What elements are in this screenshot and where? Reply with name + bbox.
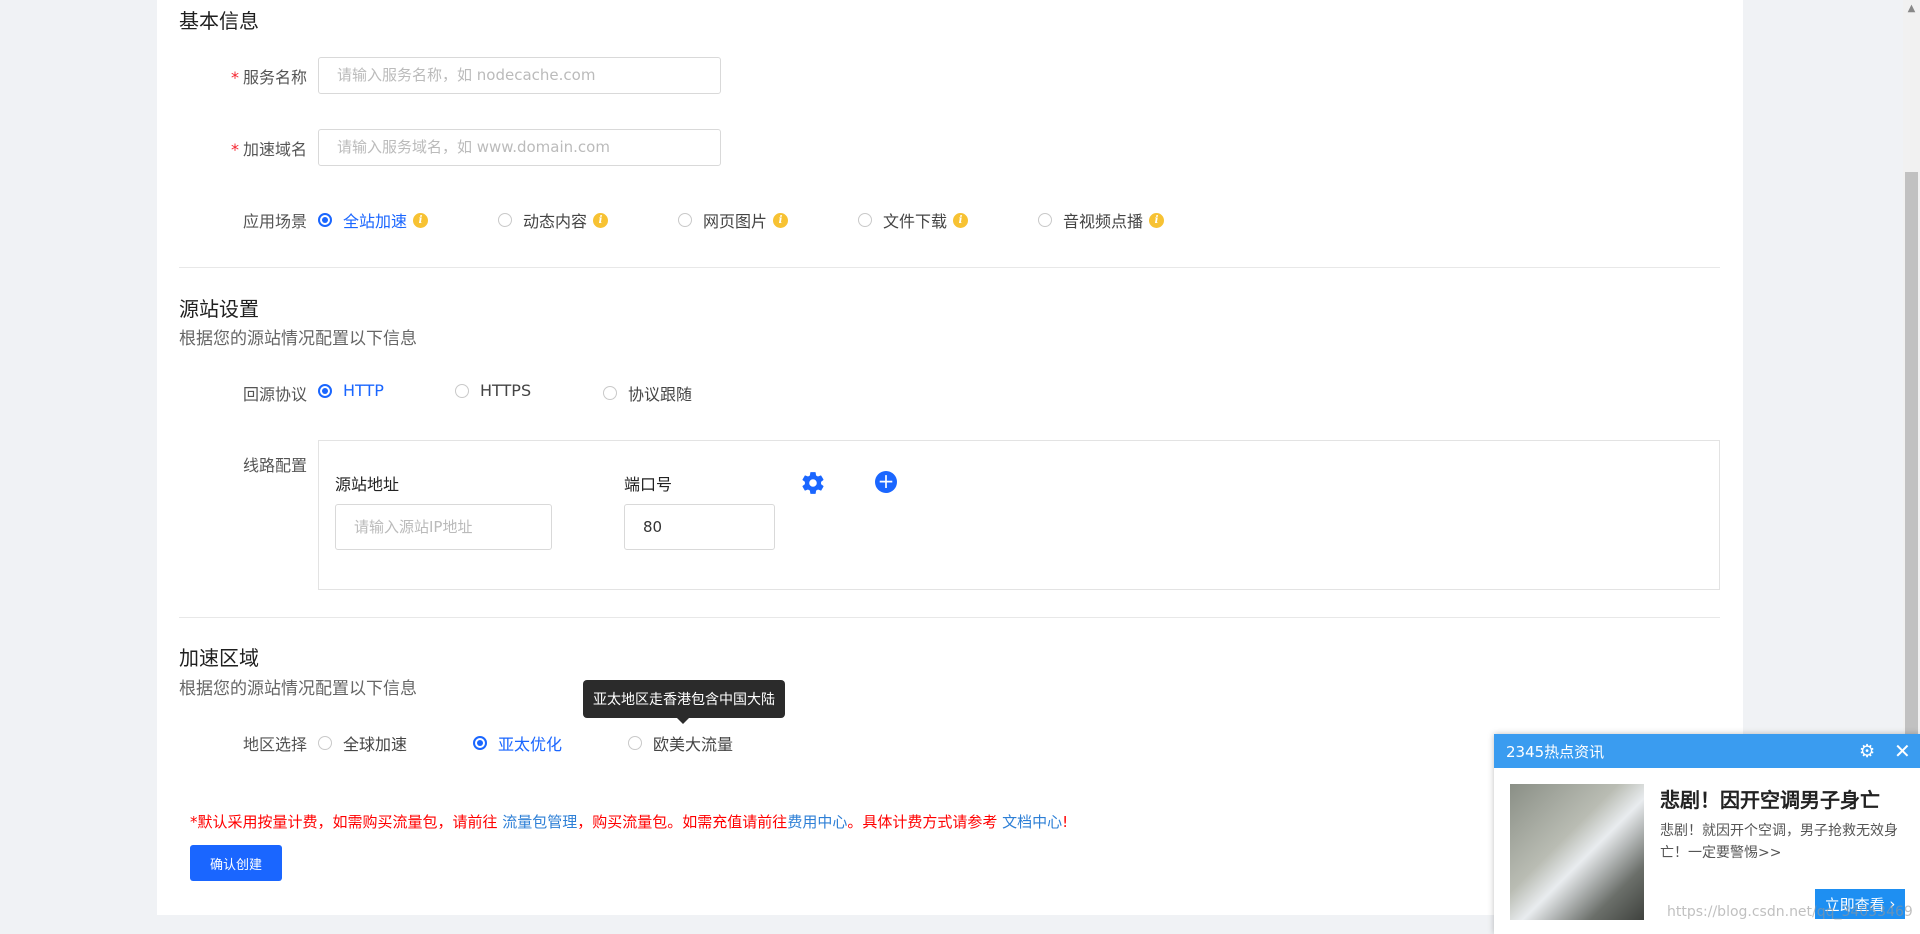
radio-dot[interactable] <box>628 736 642 750</box>
region-tooltip: 亚太地区走香港包含中国大陆 <box>583 680 785 724</box>
divider <box>179 617 1720 618</box>
radio-dot[interactable] <box>473 736 487 750</box>
plus-circle-icon[interactable]: + <box>875 471 897 493</box>
gear-icon[interactable] <box>800 470 826 496</box>
protocol-label: 回源协议 <box>242 385 307 404</box>
scene-option-dynamic[interactable]: 动态内容 i <box>498 208 609 232</box>
radio-dot[interactable] <box>678 213 692 227</box>
close-icon[interactable]: ✕ <box>1894 739 1911 763</box>
radio-dot[interactable] <box>1038 213 1052 227</box>
popup-header: 2345热点资讯 ⚙ ✕ <box>1494 734 1920 768</box>
scene-option-image[interactable]: 网页图片 i <box>678 208 789 232</box>
news-image[interactable] <box>1510 784 1644 920</box>
service-name-label: * 服务名称 <box>230 68 307 87</box>
radio-dot[interactable] <box>318 213 332 227</box>
watermark: https://blog.csdn.net/qq_34053469 <box>1667 904 1913 920</box>
radio-dot[interactable] <box>318 736 332 750</box>
scene-option-video[interactable]: 音视频点播 i <box>1038 208 1165 232</box>
settings-icon[interactable]: ⚙ <box>1859 741 1875 762</box>
region-label: 地区选择 <box>242 735 307 754</box>
info-icon[interactable]: i <box>953 212 969 228</box>
news-title[interactable]: 悲剧！因开空调男子身亡 <box>1660 784 1880 813</box>
origin-title: 源站设置 <box>179 297 259 321</box>
region-subtitle: 根据您的源站情况配置以下信息 <box>179 679 417 699</box>
protocol-option-follow[interactable]: 协议跟随 <box>603 381 692 405</box>
domain-input[interactable]: 请输入服务域名，如 www.domain.com <box>318 129 721 166</box>
basic-info-title: 基本信息 <box>179 9 259 33</box>
info-icon[interactable]: i <box>1149 212 1165 228</box>
news-text[interactable]: 悲剧！就因开个空调，男子抢救无效身亡！一定要警惕>> <box>1660 820 1910 864</box>
service-name-input[interactable]: 请输入服务名称，如 nodecache.com <box>318 57 721 94</box>
radio-dot[interactable] <box>498 213 512 227</box>
protocol-option-http[interactable]: HTTP <box>318 381 384 400</box>
scrollbar-thumb[interactable] <box>1905 172 1918 734</box>
origin-subtitle: 根据您的源站情况配置以下信息 <box>179 329 417 349</box>
radio-dot[interactable] <box>858 213 872 227</box>
route-label: 线路配置 <box>242 456 307 475</box>
scene-label: 应用场景 <box>242 212 307 231</box>
port-input[interactable]: 80 <box>624 504 775 550</box>
scene-option-full[interactable]: 全站加速 i <box>318 208 429 232</box>
popup-header-title: 2345热点资讯 <box>1506 742 1605 761</box>
region-title: 加速区域 <box>179 646 259 670</box>
origin-address-label: 源站地址 <box>335 475 400 494</box>
scroll-up-arrow-icon[interactable]: ▲ <box>1903 0 1920 17</box>
region-option-euam[interactable]: 欧美大流量 <box>628 731 733 755</box>
radio-dot[interactable] <box>318 383 332 398</box>
port-label: 端口号 <box>624 475 673 494</box>
info-icon[interactable]: i <box>593 212 609 228</box>
radio-dot[interactable] <box>455 383 469 398</box>
region-option-apac[interactable]: 亚太优化 <box>473 731 562 755</box>
info-icon[interactable]: i <box>413 212 429 228</box>
region-option-global[interactable]: 全球加速 <box>318 731 407 755</box>
billing-center-link[interactable]: 费用中心 <box>787 813 847 831</box>
origin-address-input[interactable]: 请输入源站IP地址 <box>335 504 552 550</box>
traffic-package-link[interactable]: 流量包管理 <box>502 813 577 831</box>
billing-notice: *默认采用按量计费，如需购买流量包，请前往 流量包管理，购买流量包。如需充值请前… <box>190 813 1069 831</box>
radio-dot[interactable] <box>603 386 617 400</box>
protocol-option-https[interactable]: HTTPS <box>455 381 531 400</box>
divider <box>179 267 1720 268</box>
confirm-create-button[interactable]: 确认创建 <box>190 845 282 881</box>
domain-label: * 加速域名 <box>230 140 307 159</box>
scene-option-download[interactable]: 文件下载 i <box>858 208 969 232</box>
route-config-box: 源站地址 请输入源站IP地址 端口号 80 + <box>318 440 1720 590</box>
info-icon[interactable]: i <box>773 212 789 228</box>
docs-center-link[interactable]: 文档中心 <box>1002 813 1062 831</box>
